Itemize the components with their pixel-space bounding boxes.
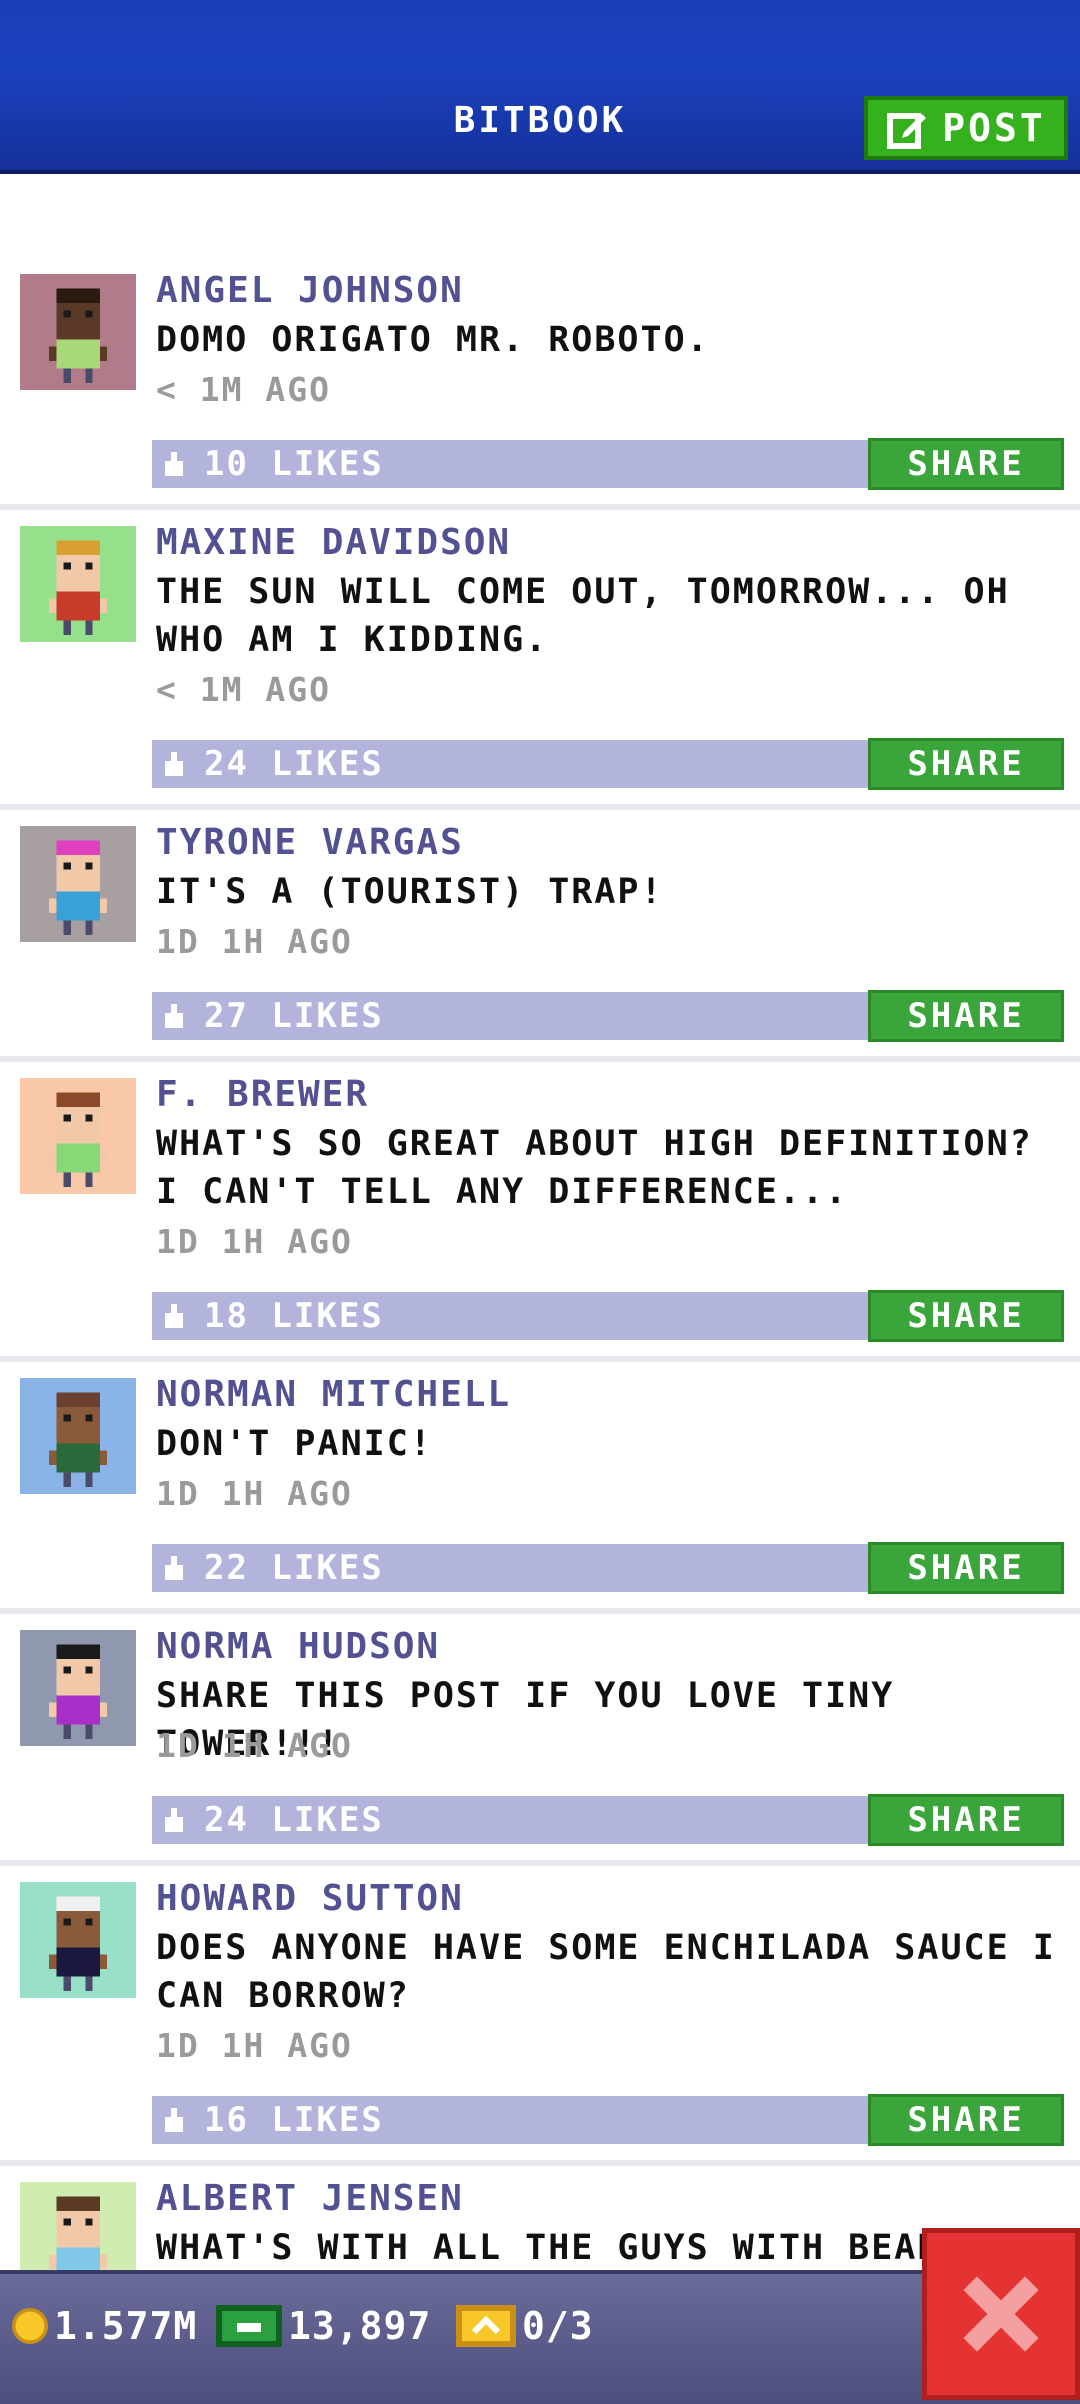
post-text: THE SUN WILL COME OUT, TOMORROW... OH WH… <box>156 572 1010 660</box>
like-bar[interactable]: 16 LIKES SHARE <box>152 2094 1064 2146</box>
post-timestamp: 1D 1H AGO <box>156 2026 353 2065</box>
ticket-icon <box>456 2305 516 2347</box>
avatar[interactable] <box>20 1882 136 1998</box>
like-bar[interactable]: 10 LIKES SHARE <box>152 438 1064 490</box>
compose-icon <box>887 113 927 149</box>
bux-value: 13,897 <box>288 2304 432 2348</box>
share-button[interactable]: SHARE <box>868 438 1064 490</box>
post-timestamp: 1D 1H AGO <box>156 1726 353 1765</box>
poster-name[interactable]: MAXINE DAVIDSON <box>156 522 511 563</box>
post-timestamp: 1D 1H AGO <box>156 1474 353 1513</box>
share-button[interactable]: SHARE <box>868 1794 1064 1846</box>
thumbs-up-icon <box>165 2108 183 2132</box>
coins-value: 1.577M <box>54 2304 198 2348</box>
thumbs-up-icon <box>165 752 183 776</box>
poster-name[interactable]: TYRONE VARGAS <box>156 822 464 863</box>
post-button[interactable]: POST <box>864 96 1068 160</box>
like-bar[interactable]: 18 LIKES SHARE <box>152 1290 1064 1342</box>
post-divider <box>0 1356 1080 1362</box>
post-timestamp: 1D 1H AGO <box>156 1222 353 1261</box>
thumbs-up-icon <box>165 452 183 476</box>
like-count: 10 LIKES <box>204 444 384 484</box>
like-count: 16 LIKES <box>204 2100 384 2140</box>
like-bar[interactable]: 27 LIKES SHARE <box>152 990 1064 1042</box>
avatar-image <box>20 826 136 942</box>
tickets-value: 0/3 <box>522 2304 594 2348</box>
post-text: DOES ANYONE HAVE SOME ENCHILADA SAUCE I … <box>156 1928 1056 2016</box>
poster-name[interactable]: HOWARD SUTTON <box>156 1878 464 1919</box>
close-button[interactable] <box>922 2228 1080 2400</box>
thumbs-up-icon <box>165 1556 183 1580</box>
share-button[interactable]: SHARE <box>868 990 1064 1042</box>
poster-name[interactable]: F. BREWER <box>156 1074 369 1115</box>
post-divider <box>0 1608 1080 1614</box>
like-count: 24 LIKES <box>204 744 384 784</box>
share-button[interactable]: SHARE <box>868 2094 1064 2146</box>
post-feed[interactable]: ANGEL JOHNSON DOMO ORIGATO MR. ROBOTO. <… <box>0 170 1080 2270</box>
avatar[interactable] <box>20 1078 136 1194</box>
post-text: WHAT'S SO GREAT ABOUT HIGH DEFINITION? I… <box>156 1124 1033 1212</box>
avatar-image <box>20 526 136 642</box>
avatar-image <box>20 1378 136 1494</box>
coins-stat: 1.577M <box>12 2304 197 2348</box>
avatar-image <box>20 274 136 390</box>
post-timestamp: 1D 1H AGO <box>156 922 353 961</box>
avatar[interactable] <box>20 826 136 942</box>
avatar[interactable] <box>20 1378 136 1494</box>
avatar-image <box>20 1078 136 1194</box>
bux-stat: 13,897 <box>216 2304 431 2348</box>
like-bar[interactable]: 24 LIKES SHARE <box>152 1794 1064 1846</box>
avatar[interactable] <box>20 526 136 642</box>
bux-icon <box>216 2305 282 2347</box>
post-timestamp: < 1M AGO <box>156 370 331 409</box>
avatar[interactable] <box>20 274 136 390</box>
post-button-label: POST <box>942 106 1046 150</box>
post-text: DOMO ORIGATO MR. ROBOTO. <box>156 320 710 360</box>
post-divider <box>0 2160 1080 2166</box>
like-bar[interactable]: 22 LIKES SHARE <box>152 1542 1064 1594</box>
avatar[interactable] <box>20 2182 136 2270</box>
share-button[interactable]: SHARE <box>868 1542 1064 1594</box>
post-divider <box>0 804 1080 810</box>
post-divider <box>0 1056 1080 1062</box>
coin-icon <box>12 2308 48 2344</box>
avatar-image <box>20 2182 136 2270</box>
like-count: 27 LIKES <box>204 996 384 1036</box>
post-text: IT'S A (TOURIST) TRAP! <box>156 872 664 912</box>
thumbs-up-icon <box>165 1304 183 1328</box>
post-timestamp: < 1M AGO <box>156 670 331 709</box>
poster-name[interactable]: ANGEL JOHNSON <box>156 270 464 311</box>
status-bar: 1.577M 13,897 0/3 <box>0 2270 1080 2404</box>
avatar-image <box>20 1630 136 1746</box>
like-bar[interactable]: 24 LIKES SHARE <box>152 738 1064 790</box>
like-count: 22 LIKES <box>204 1548 384 1588</box>
poster-name[interactable]: NORMAN MITCHELL <box>156 1374 511 1415</box>
share-button[interactable]: SHARE <box>868 1290 1064 1342</box>
avatar-image <box>20 1882 136 1998</box>
avatar[interactable] <box>20 1630 136 1746</box>
thumbs-up-icon <box>165 1808 183 1832</box>
tickets-stat: 0/3 <box>456 2304 594 2348</box>
close-icon <box>963 2276 1039 2352</box>
poster-name[interactable]: ALBERT JENSEN <box>156 2178 464 2219</box>
post-divider <box>0 1860 1080 1866</box>
thumbs-up-icon <box>165 1004 183 1028</box>
like-count: 18 LIKES <box>204 1296 384 1336</box>
poster-name[interactable]: NORMA HUDSON <box>156 1626 440 1667</box>
like-count: 24 LIKES <box>204 1800 384 1840</box>
app-header: BITBOOK POST <box>0 0 1080 174</box>
share-button[interactable]: SHARE <box>868 738 1064 790</box>
post-divider <box>0 504 1080 510</box>
post-text: DON'T PANIC! <box>156 1424 433 1464</box>
